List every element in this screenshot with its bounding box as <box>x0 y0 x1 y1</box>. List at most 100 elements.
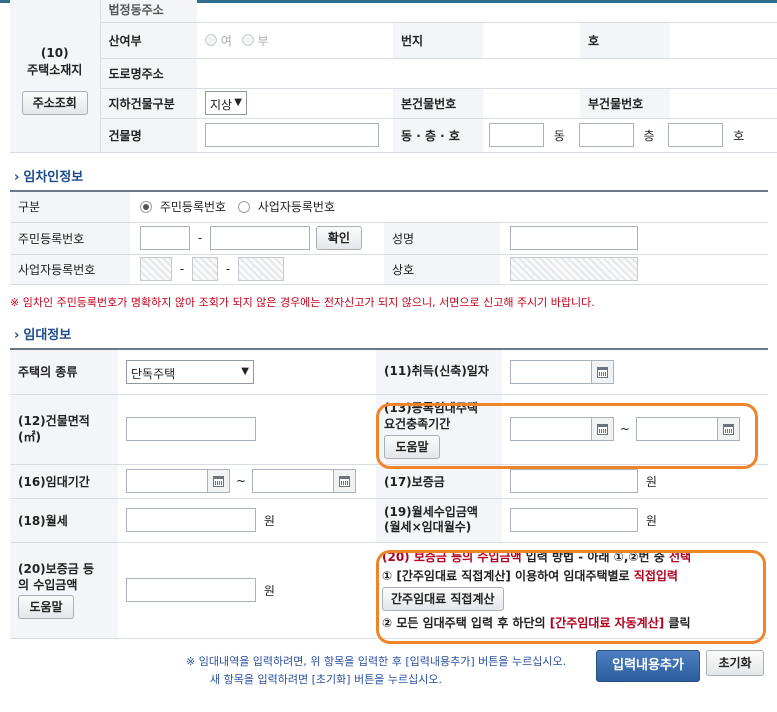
lessee-section-title: › 임차인정보 <box>14 166 83 185</box>
business-no-cell: - - <box>130 254 384 285</box>
bldg-name-label: 건물명 <box>100 118 197 153</box>
name-cell <box>500 222 769 255</box>
monthly-input[interactable] <box>126 508 256 532</box>
business-no-third-input[interactable] <box>238 257 284 281</box>
floor-input[interactable] <box>578 123 634 147</box>
mountain-yes-radio[interactable] <box>205 34 217 46</box>
monthly-income-label: (19)월세수입금액 (월세×임대월수) <box>376 498 502 543</box>
resident-no-cell: - 확인 <box>130 222 384 255</box>
deposit-income-help-button[interactable]: 도움말 <box>18 595 74 619</box>
business-radio-label: 사업자등록번호 <box>257 200 336 215</box>
monthly-label: (18)월세 <box>10 498 118 543</box>
resident-radio-label: 주민등록번호 <box>159 200 227 215</box>
main-bldg-no-label: 본건물번호 <box>393 88 483 119</box>
underground-select[interactable]: 지상 ▼ <box>205 91 247 115</box>
deposit-income-input[interactable] <box>126 578 256 602</box>
ho-value <box>670 22 777 59</box>
add-entry-button[interactable]: 입력내용추가 <box>596 650 700 682</box>
bldg-name-cell <box>197 118 393 153</box>
trade-name-cell <box>500 254 769 285</box>
address-table: (10) 주택소재지 주소조회 법정동주소 산여부 여 부 번지 호 도로명주소… <box>10 0 777 153</box>
underground-select-value: 지상 <box>210 98 233 112</box>
business-radio[interactable] <box>237 200 250 213</box>
unit-ho-input[interactable] <box>668 123 724 147</box>
mountain-options: 여 부 <box>197 22 393 59</box>
business-no-second-input[interactable] <box>192 257 218 281</box>
dong-floor-ho-cell: 동 층 호 <box>483 118 777 153</box>
resident-no-first-input[interactable] <box>140 226 190 250</box>
bldg-name-input[interactable] <box>205 123 379 147</box>
ho-label: 호 <box>580 22 670 59</box>
address-search-button[interactable]: 주소조회 <box>21 90 88 115</box>
period-end-input[interactable] <box>251 469 334 493</box>
dong-input[interactable] <box>489 123 544 147</box>
monthly-income-input[interactable] <box>510 508 638 532</box>
unit-ho-unit: 호 <box>733 128 745 143</box>
calendar-icon[interactable] <box>208 469 230 493</box>
monthly-income-won: 원 <box>645 513 657 528</box>
period-start-input[interactable] <box>126 469 208 493</box>
address-section-label: (10) 주택소재지 <box>27 45 83 77</box>
lease-section-title: › 임대정보 <box>14 324 71 343</box>
lessee-title-text: 임차인정보 <box>23 170 84 185</box>
period-tilde: ~ <box>235 474 246 488</box>
chevron-right-icon: › <box>14 328 20 343</box>
lot-label: 번지 <box>393 22 483 59</box>
house-type-label: 주택의 종류 <box>10 350 118 395</box>
chevron-down-icon: ▼ <box>234 97 242 108</box>
resident-radio[interactable] <box>140 200 152 213</box>
business-no-dash-1: - <box>179 262 185 276</box>
deposit-input[interactable] <box>510 469 638 493</box>
business-no-dash-2: - <box>225 262 231 276</box>
resident-no-dash: - <box>197 231 203 245</box>
monthly-won: 원 <box>263 513 275 528</box>
deposit-income-won: 원 <box>263 583 275 598</box>
chevron-down-icon: ▼ <box>241 365 249 377</box>
lessee-type-options: 주민등록번호 사업자등록번호 <box>130 192 769 223</box>
deposit-income-input-cell: 원 <box>118 542 376 639</box>
req-period-highlight <box>376 403 758 469</box>
lot-value <box>483 22 580 59</box>
period-label: (16)임대기간 <box>10 464 118 499</box>
mountain-yes-label: 여 <box>220 33 232 48</box>
calendar-icon[interactable] <box>333 469 356 493</box>
confirm-button[interactable]: 확인 <box>315 226 362 250</box>
acquire-date-label: (11)취득(신축)일자 <box>376 350 502 395</box>
house-type-select[interactable]: 단독주택 ▼ <box>126 359 254 384</box>
main-bldg-no-value <box>483 88 580 119</box>
name-input[interactable] <box>510 226 638 250</box>
resident-no-second-input[interactable] <box>210 226 310 250</box>
instructions-highlight <box>376 550 766 644</box>
area-input[interactable] <box>126 417 256 441</box>
area-label: (12)건물면적 (㎡) <box>10 394 118 465</box>
resident-no-label: 주민등록번호 <box>10 222 130 255</box>
lessee-type-label: 구분 <box>10 192 130 223</box>
reset-button[interactable]: 초기화 <box>706 650 764 676</box>
deposit-label: (17)보증금 <box>376 464 502 499</box>
lessee-table: 구분 주민등록번호 사업자등록번호 주민등록번호 - 확인 성명 사업자등록번호… <box>10 192 769 285</box>
period-cell: ~ <box>118 464 376 499</box>
legal-dong-label: 법정동주소 <box>100 0 197 23</box>
business-no-first-input[interactable] <box>140 257 172 281</box>
address-section-cell: (10) 주택소재지 주소조회 <box>10 0 101 153</box>
calendar-icon[interactable] <box>592 359 614 384</box>
house-type-cell: 단독주택 ▼ <box>118 350 376 395</box>
area-cell <box>118 394 376 465</box>
monthly-income-cell: 원 <box>502 498 768 543</box>
footer-note-2: 새 항목을 입력하려면 [초기화] 버튼을 누르십시오. <box>210 673 442 686</box>
road-address-value <box>197 58 777 89</box>
deposit-income-label: (20)보증금 등 의 수입금액 <box>18 562 95 592</box>
road-address-label: 도로명주소 <box>100 58 197 89</box>
mountain-label: 산여부 <box>100 22 197 59</box>
mountain-no-radio[interactable] <box>241 34 254 46</box>
trade-name-input[interactable] <box>510 257 638 281</box>
deposit-won: 원 <box>645 474 657 489</box>
acquire-date-cell <box>502 350 768 395</box>
dong-unit: 동 <box>553 128 565 143</box>
floor-unit: 층 <box>643 128 655 143</box>
chevron-right-icon: › <box>14 170 20 185</box>
acquire-date-input[interactable] <box>510 359 592 384</box>
underground-label: 지하건물구분 <box>100 88 197 119</box>
lessee-warning: ※ 임차인 주민등록번호가 명확하지 않아 조회가 되지 않은 경우에는 전자신… <box>10 296 595 309</box>
sub-bldg-no-value <box>670 88 777 119</box>
